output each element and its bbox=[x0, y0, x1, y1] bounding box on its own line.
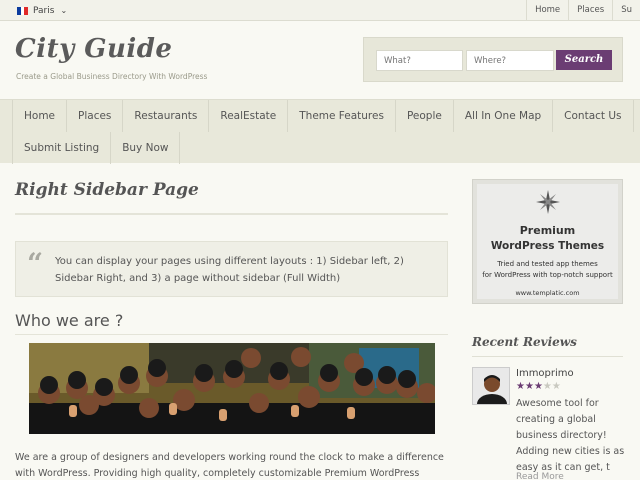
france-flag-icon bbox=[17, 6, 29, 15]
where-search-input[interactable] bbox=[466, 50, 554, 71]
section-title: Who we are ? bbox=[15, 311, 124, 330]
star-icon: ★ bbox=[533, 381, 543, 392]
team-photo bbox=[29, 343, 435, 434]
top-link-submit[interactable]: Su bbox=[612, 0, 640, 21]
nav-item-all-in-one-map[interactable]: All In One Map bbox=[454, 100, 554, 132]
city-selector[interactable]: Paris ⌄ bbox=[17, 4, 67, 17]
quote-icon: “ bbox=[27, 247, 44, 280]
star-empty-icon: ★ bbox=[542, 381, 552, 392]
review-rating: ★★★★★ bbox=[516, 381, 561, 392]
recent-reviews-title: Recent Reviews bbox=[472, 335, 577, 349]
nav-item-places[interactable]: Places bbox=[67, 100, 124, 132]
nav-item-theme-features[interactable]: Theme Features bbox=[288, 100, 396, 132]
title-divider bbox=[15, 213, 448, 215]
sidebar-ad-banner[interactable]: Premium WordPress Themes Tried and teste… bbox=[472, 179, 623, 304]
top-link-home[interactable]: Home bbox=[526, 0, 568, 21]
nav-item-buy-now[interactable]: Buy Now bbox=[111, 132, 181, 164]
ad-subtext-1: Tried and tested app themes bbox=[497, 260, 598, 268]
chevron-down-icon: ⌄ bbox=[60, 6, 68, 15]
top-link-places[interactable]: Places bbox=[568, 0, 612, 21]
nav-item-people[interactable]: People bbox=[396, 100, 454, 132]
what-search-input[interactable] bbox=[376, 50, 463, 71]
nav-item-restaurants[interactable]: Restaurants bbox=[123, 100, 210, 132]
nav-item-home[interactable]: Home bbox=[12, 100, 68, 132]
nav-item-realestate[interactable]: RealEstate bbox=[209, 100, 289, 132]
nav-item-contact-us[interactable]: Contact Us bbox=[553, 100, 634, 132]
page-title: Right Sidebar Page bbox=[15, 180, 199, 200]
site-tagline: Create a Global Business Directory With … bbox=[16, 72, 208, 81]
top-bar: Paris ⌄ Home Places Su bbox=[0, 0, 640, 21]
main-nav: Home Places Restaurants RealEstate Theme… bbox=[0, 99, 640, 164]
quote-text: You can display your pages using differe… bbox=[55, 256, 404, 284]
body-paragraph: We are a group of designers and develope… bbox=[15, 452, 444, 479]
ad-url: www.templatic.com bbox=[515, 289, 580, 297]
section-divider bbox=[15, 334, 448, 335]
star-empty-icon: ★ bbox=[551, 381, 561, 392]
nav-row-2: Submit Listing Buy Now bbox=[12, 132, 181, 164]
ad-heading-premium: Premium bbox=[519, 224, 576, 237]
blockquote: “ You can display your pages using diffe… bbox=[15, 241, 448, 297]
templatic-star-icon bbox=[536, 190, 560, 214]
city-name: Paris bbox=[33, 5, 55, 16]
reviewer-name[interactable]: Immoprimo bbox=[516, 368, 574, 379]
read-more-link[interactable]: Read More bbox=[516, 472, 564, 480]
top-links: Home Places Su bbox=[526, 0, 640, 21]
search-box: Search bbox=[363, 37, 623, 82]
nav-row-1: Home Places Restaurants RealEstate Theme… bbox=[12, 100, 634, 132]
ad-heading-themes: WordPress Themes bbox=[490, 240, 605, 252]
reviewer-avatar[interactable] bbox=[472, 367, 510, 405]
nav-item-submit-listing[interactable]: Submit Listing bbox=[12, 132, 112, 164]
ad-content: Premium WordPress Themes Tried and teste… bbox=[477, 184, 618, 299]
ad-subtext-2: for WordPress with top-notch support bbox=[482, 271, 613, 279]
star-icon: ★ bbox=[524, 381, 534, 392]
site-title[interactable]: City Guide bbox=[15, 34, 172, 64]
recent-reviews-divider bbox=[472, 356, 623, 357]
star-icon: ★ bbox=[516, 381, 525, 392]
review-text: Awesome tool for creating a global busin… bbox=[516, 398, 625, 473]
search-button[interactable]: Search bbox=[556, 50, 612, 70]
